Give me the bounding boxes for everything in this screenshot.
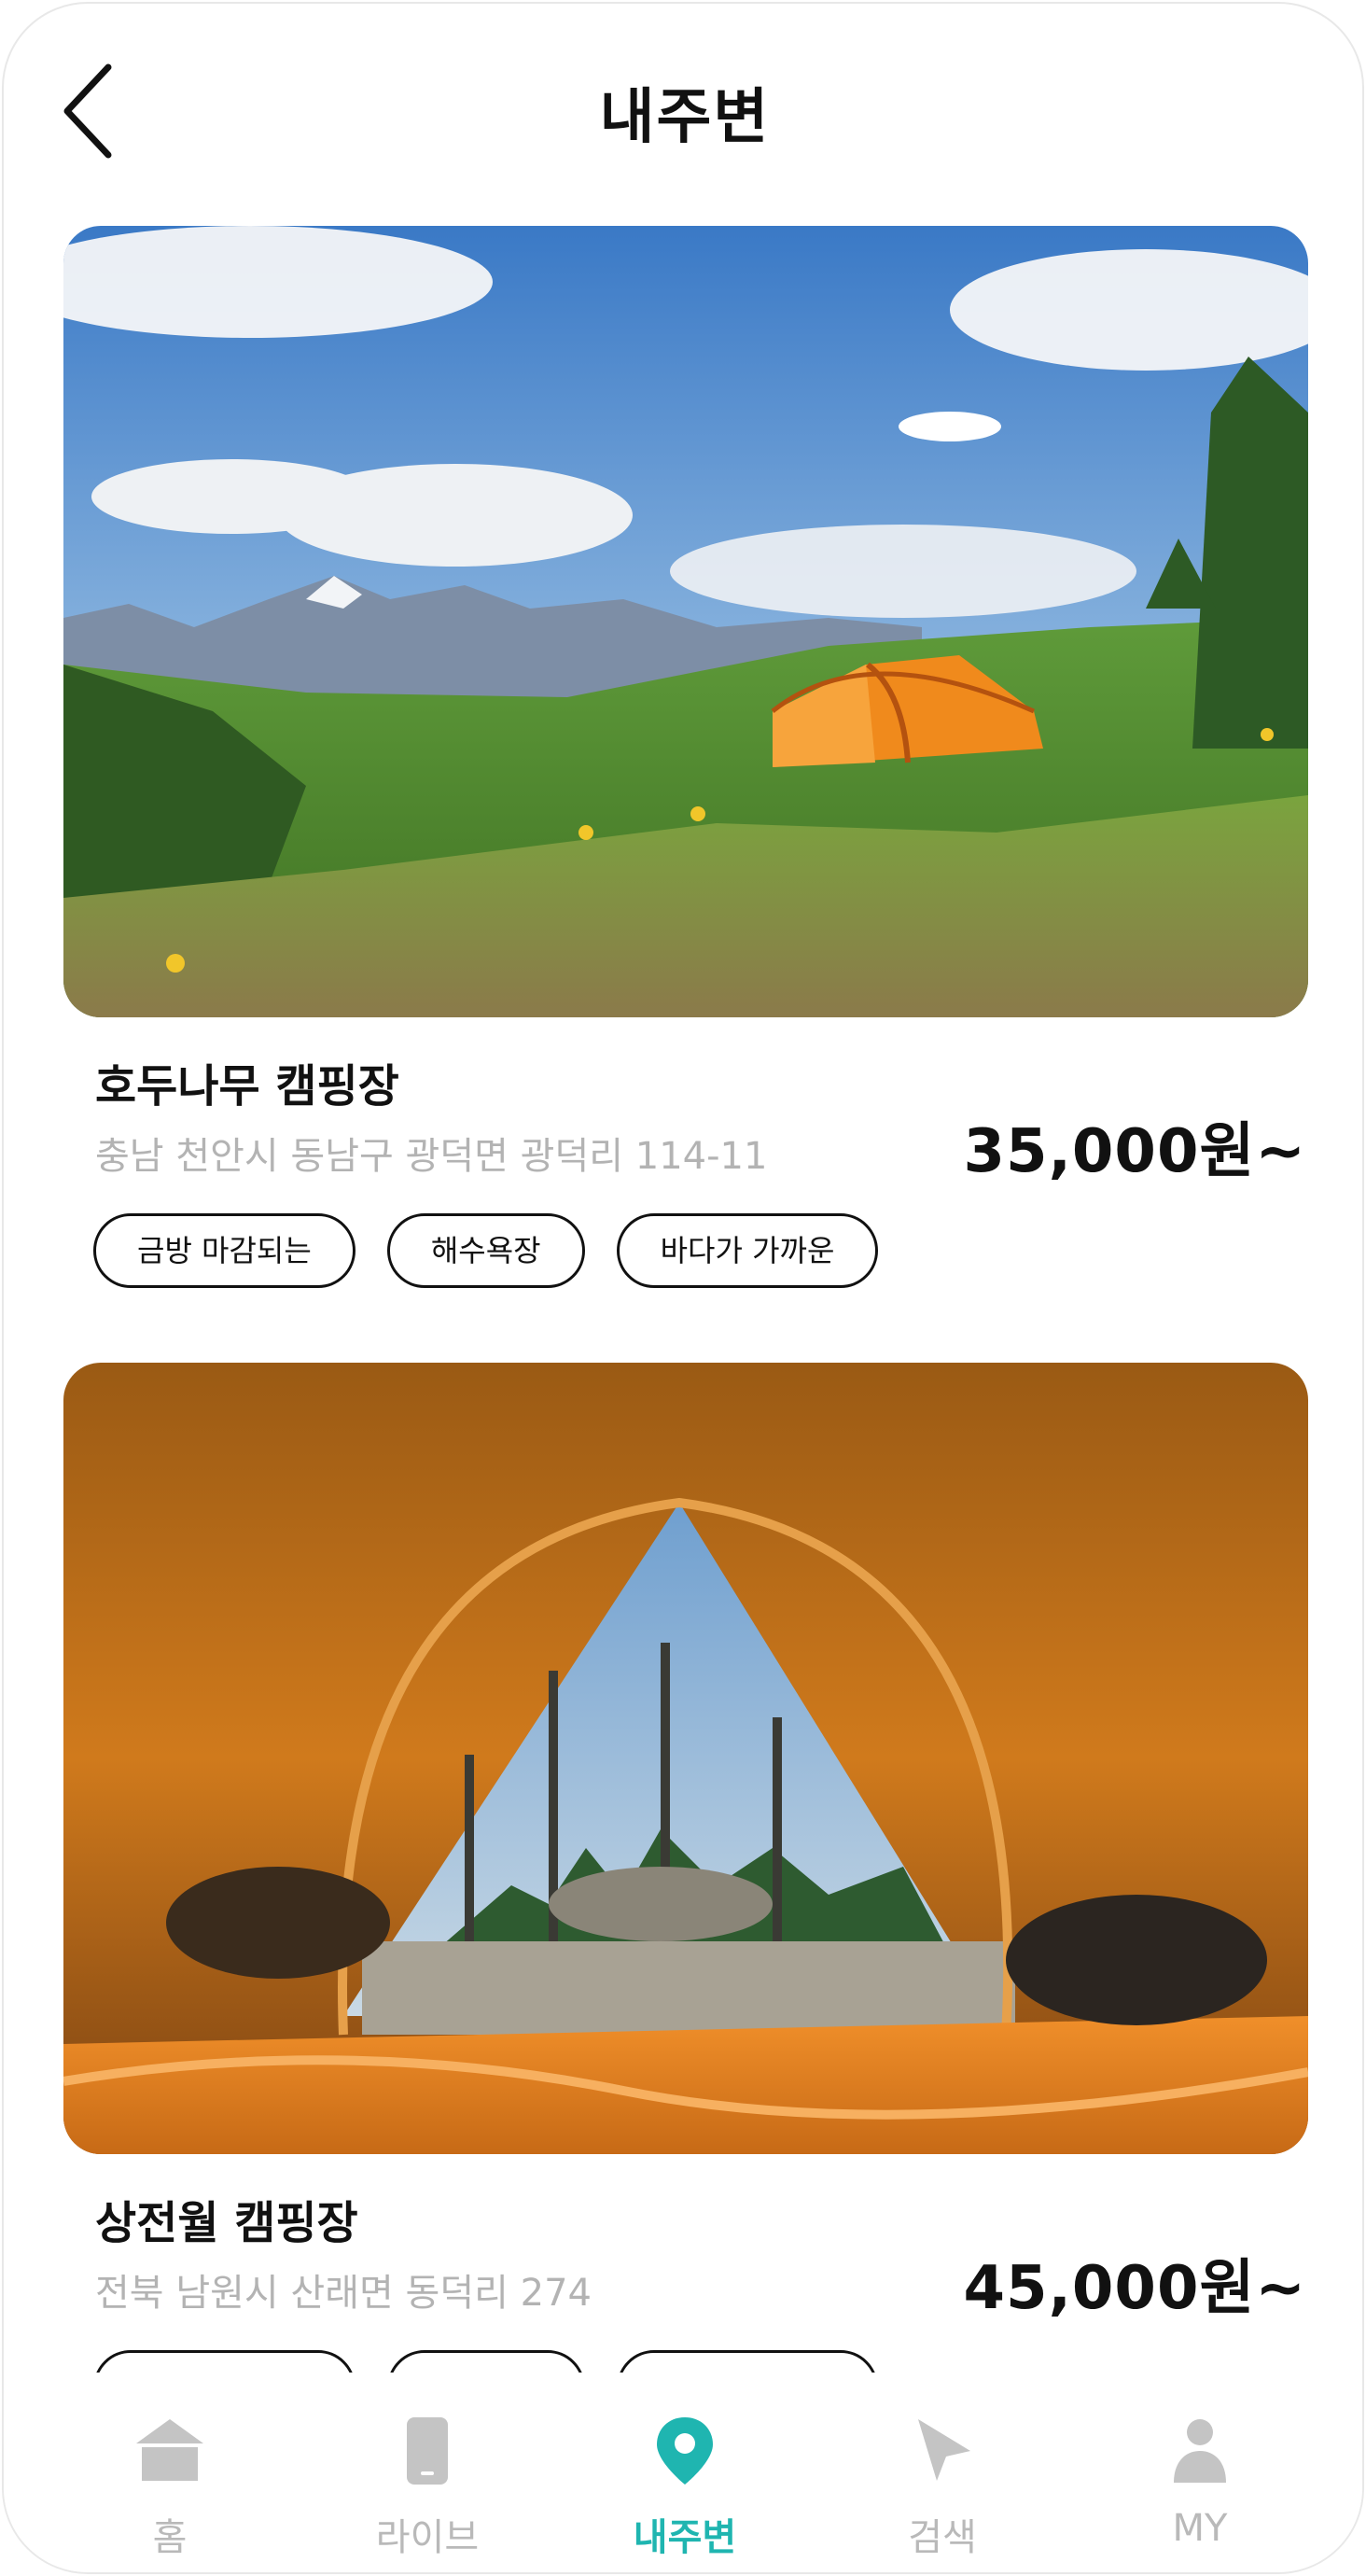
person-icon bbox=[1163, 2414, 1237, 2488]
listing-photo-mountain-tent[interactable] bbox=[63, 226, 1308, 1017]
phone-icon bbox=[390, 2414, 465, 2488]
tag-chip[interactable]: 금방 마감되는 bbox=[93, 2350, 355, 2373]
nav-label: 내주변 bbox=[633, 2516, 737, 2559]
nav-label: 라이브 bbox=[375, 2516, 480, 2559]
tag-chip[interactable]: 바다가 가까운 bbox=[616, 2350, 879, 2373]
listing-card[interactable]: 호두나무 캠핑장 충남 천안시 동남구 광덕면 광덕리 114-11 35,00… bbox=[63, 226, 1308, 1288]
nav-item-nearby[interactable]: 내주변 bbox=[592, 2373, 778, 2572]
tag-chip[interactable]: 해수욕장 bbox=[386, 2350, 585, 2373]
listing-name[interactable]: 상전월 캠핑장 bbox=[95, 2186, 358, 2251]
tag-chip[interactable]: 해수욕장 bbox=[386, 1213, 585, 1288]
cursor-icon bbox=[905, 2414, 980, 2488]
location-pin-icon bbox=[648, 2414, 722, 2488]
listing-price: 35,000원~ bbox=[963, 1117, 1306, 1186]
nav-item-home[interactable]: 홈 bbox=[77, 2373, 263, 2572]
listing-price: 45,000원~ bbox=[963, 2254, 1306, 2323]
tag-chip[interactable]: 금방 마감되는 bbox=[93, 1213, 355, 1288]
tag-list: 금방 마감되는 해수욕장 바다가 가까운 bbox=[93, 1213, 879, 1288]
nav-label: 검색 bbox=[908, 2516, 977, 2559]
nav-item-search[interactable]: 검색 bbox=[849, 2373, 1036, 2572]
nav-item-live[interactable]: 라이브 bbox=[334, 2373, 521, 2572]
listing-photo-tent-interior[interactable] bbox=[63, 1363, 1308, 2154]
phone-frame: 내주변 호두나무 캠핑장 충남 천안시 동남구 광덕면 광덕리 114-11 3… bbox=[2, 2, 1364, 2574]
listing-name[interactable]: 호두나무 캠핑장 bbox=[95, 1049, 399, 1114]
listing-card[interactable]: 상전월 캠핑장 전북 남원시 산래면 동덕리 274 45,000원~ 금방 마… bbox=[63, 1363, 1308, 2373]
nav-label: MY bbox=[1172, 2507, 1228, 2550]
nav-item-my[interactable]: MY bbox=[1107, 2373, 1293, 2572]
header: 내주변 bbox=[4, 4, 1362, 209]
page-title: 내주변 bbox=[599, 83, 771, 152]
home-icon bbox=[132, 2414, 207, 2488]
tag-list: 금방 마감되는 해수욕장 바다가 가까운 bbox=[93, 2350, 879, 2373]
listing-address: 충남 천안시 동남구 광덕면 광덕리 114-11 bbox=[95, 1135, 768, 1178]
listing-address: 전북 남원시 산래면 동덕리 274 bbox=[95, 2272, 592, 2315]
listing-list[interactable]: 호두나무 캠핑장 충남 천안시 동남구 광덕면 광덕리 114-11 35,00… bbox=[4, 226, 1362, 2373]
bottom-nav: 홈 라이브 내주변 검색 MY bbox=[4, 2373, 1362, 2572]
tag-chip[interactable]: 바다가 가까운 bbox=[616, 1213, 879, 1288]
nav-label: 홈 bbox=[152, 2516, 188, 2559]
